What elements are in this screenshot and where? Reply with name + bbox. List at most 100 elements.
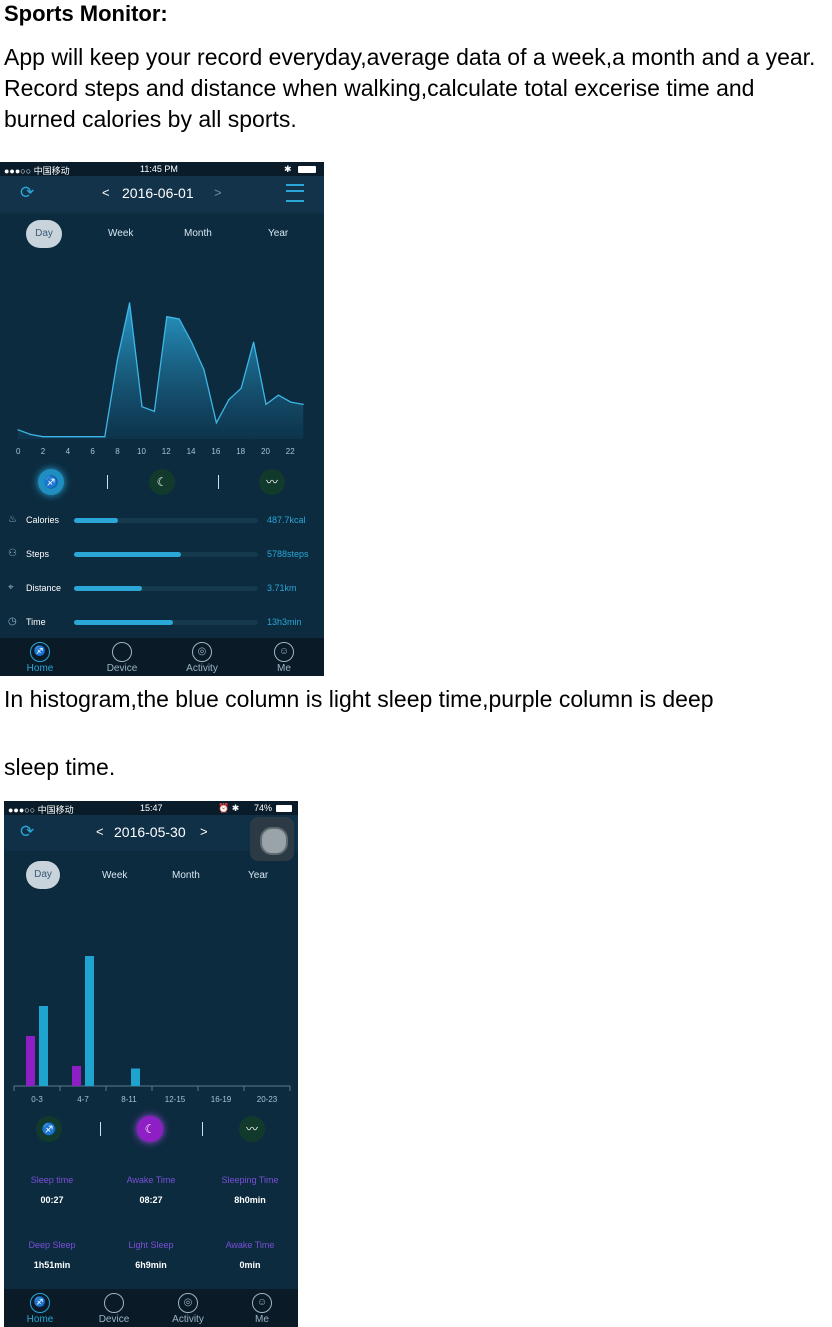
tab-year[interactable]: Year	[268, 228, 288, 239]
tab-label: Me	[255, 1314, 269, 1325]
tab-day[interactable]: Day	[26, 861, 60, 889]
stat-value: 3.71km	[267, 583, 297, 593]
tab-home[interactable]: ♐ Home	[10, 638, 70, 674]
prev-date-button[interactable]: <	[102, 185, 110, 200]
progress-fill	[74, 586, 143, 591]
deep-sleep-label: Deep Sleep	[28, 1240, 76, 1250]
divider	[202, 1122, 203, 1136]
sync-icon[interactable]: ⟳	[20, 822, 34, 842]
tab-label: Me	[277, 663, 291, 674]
stat-label: Time	[26, 617, 46, 627]
divider	[107, 475, 108, 489]
tab-week[interactable]: Week	[102, 870, 127, 881]
activity-icon: ◎	[192, 642, 212, 662]
tab-label: Device	[106, 663, 138, 674]
assistive-touch-button[interactable]	[250, 817, 294, 861]
battery-percent: 74%	[254, 803, 273, 813]
location-icon: ⌖	[8, 582, 14, 593]
tab-label: Activity	[172, 1314, 204, 1325]
light-sleep-bar	[85, 956, 94, 1086]
data-point	[141, 406, 143, 408]
sleep-mode-icon[interactable]: ☾	[149, 469, 175, 495]
divider	[218, 475, 219, 489]
alarm-icon: ⏰ ✱	[218, 803, 240, 813]
heart-rate-icon[interactable]: 〰	[239, 1116, 265, 1142]
tab-label: Device	[98, 1314, 130, 1325]
x-tick-label: 0	[16, 447, 21, 456]
current-date: 2016-05-30	[114, 824, 186, 840]
clock-label: 11:45 PM	[140, 164, 178, 174]
data-point	[191, 341, 193, 343]
sleep-mode-icon[interactable]: ☾	[137, 1116, 163, 1142]
x-tick-label: 22	[285, 447, 295, 456]
menu-icon[interactable]	[286, 184, 304, 202]
x-tick-label: 16	[211, 447, 221, 456]
sleep-time-label: Sleep time	[30, 1175, 74, 1185]
x-tick-label: 20	[261, 447, 270, 456]
tab-day[interactable]: Day	[26, 220, 62, 248]
sleep-time-value: 00:27	[40, 1195, 64, 1205]
tab-year[interactable]: Year	[248, 870, 268, 881]
light-sleep-bar	[131, 1068, 140, 1086]
sport-mode-icon[interactable]: ♐	[36, 1116, 62, 1142]
tab-activity[interactable]: ◎ Activity	[172, 638, 232, 674]
progress-fill	[74, 620, 174, 625]
sleep-histogram: 0-3 4-7 8-11 12-15 16-19 20-23	[13, 956, 291, 1104]
prev-date-button[interactable]: <	[96, 824, 104, 839]
stat-label: Steps	[26, 549, 50, 559]
heart-rate-icon[interactable]: 〰	[259, 469, 285, 495]
tab-month[interactable]: Month	[172, 870, 200, 881]
activity-icon: ◎	[178, 1293, 198, 1313]
data-point	[129, 302, 131, 304]
x-tick-label: 18	[236, 447, 246, 456]
progress-track	[74, 552, 258, 557]
next-date-button[interactable]: >	[214, 185, 222, 200]
sports-app-screenshot: ●●●○○ 中国移动 11:45 PM ✱ ⟳ < 2016-06-01 > D…	[0, 162, 324, 676]
deep-sleep-bar	[72, 1066, 81, 1086]
bluetooth-icon: ✱	[284, 164, 292, 174]
light-sleep-bar	[39, 1006, 48, 1086]
battery-icon	[276, 805, 292, 812]
x-tick-label: 10	[137, 447, 146, 456]
status-bar: ●●●○○ 中国移动 15:47 ⏰ ✱ 74%	[4, 801, 298, 815]
current-date: 2016-06-01	[122, 185, 194, 201]
status-bar: ●●●○○ 中国移动 11:45 PM ✱	[0, 162, 324, 176]
clock-label: 15:47	[140, 803, 163, 813]
stat-value: 13h3min	[267, 617, 302, 627]
tab-label: Activity	[186, 663, 218, 674]
tab-device[interactable]: Device	[84, 1289, 144, 1325]
person-icon: ☺	[274, 642, 294, 662]
device-icon	[112, 642, 132, 662]
data-point	[166, 316, 168, 318]
calories-icon: ♨	[8, 514, 17, 525]
data-point	[29, 433, 31, 435]
tab-month[interactable]: Month	[184, 228, 212, 239]
x-tick-label: 16-19	[211, 1095, 232, 1104]
sport-mode-icon[interactable]: ♐	[38, 469, 64, 495]
tab-home[interactable]: ♐ Home	[10, 1289, 70, 1325]
stat-label: Distance	[26, 583, 62, 593]
tab-me[interactable]: ☺ Me	[254, 638, 314, 674]
awake-time-label: Awake Time	[225, 1240, 275, 1250]
tab-activity[interactable]: ◎ Activity	[158, 1289, 218, 1325]
data-point	[240, 387, 242, 389]
x-tick-label: 8-11	[121, 1095, 137, 1104]
x-tick-label: 6	[90, 447, 95, 456]
next-date-button[interactable]: >	[200, 824, 208, 839]
tab-device[interactable]: Device	[92, 638, 152, 674]
progress-fill	[74, 552, 181, 557]
tab-me[interactable]: ☺ Me	[232, 1289, 292, 1325]
tab-label: Home	[26, 1314, 54, 1325]
tab-week[interactable]: Week	[108, 228, 133, 239]
data-point	[54, 436, 56, 438]
steps-icon: ⚇	[8, 548, 17, 559]
data-point	[67, 436, 69, 438]
x-tick-label: 0-3	[31, 1095, 43, 1104]
progress-track	[74, 620, 258, 625]
doc-title: Sports Monitor:	[4, 1, 168, 26]
sync-icon[interactable]: ⟳	[20, 183, 34, 203]
home-icon: ♐	[30, 1293, 50, 1313]
awake-time-value: 0min	[239, 1260, 261, 1270]
deep-sleep-value: 1h51min	[33, 1260, 71, 1270]
divider	[100, 1122, 101, 1136]
